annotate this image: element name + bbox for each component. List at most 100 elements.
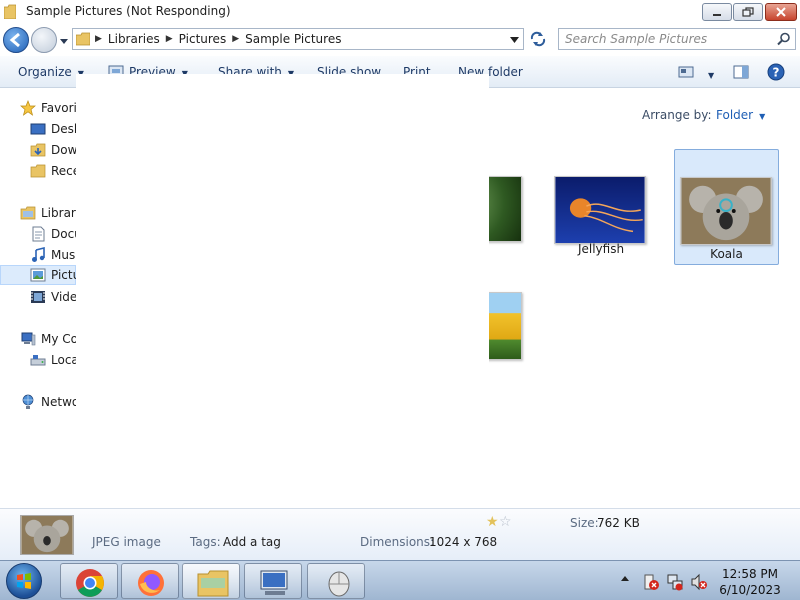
taskbar-chrome[interactable] [60,563,118,599]
view-options-icon[interactable] [678,66,694,78]
network-status-icon[interactable] [666,573,684,591]
search-input[interactable] [565,31,765,47]
recent-places-icon [30,164,46,178]
minimize-button[interactable] [702,3,732,21]
breadcrumb-libraries[interactable]: Libraries [108,32,160,46]
network-icon [22,394,34,409]
nav-label: Loca [51,353,76,367]
star-icon [20,100,36,116]
nav-label: My Co [41,332,76,346]
volume-muted-icon[interactable] [690,573,708,591]
nav-favorites[interactable]: Favorit [0,98,76,118]
size-label: Size: [570,516,599,530]
image-thumbnail [554,176,646,244]
nav-documents[interactable]: Docu [0,224,76,244]
taskbar: 12:58 PM 6/10/2023 [0,560,800,600]
nav-label: Favorit [41,101,76,115]
firefox-icon [138,570,164,596]
breadcrumb-separator-icon[interactable]: ▶ [166,34,173,44]
help-icon[interactable]: ? [767,63,785,81]
chevron-down-icon: ▼ [708,71,715,80]
nav-label: Desk [51,122,76,136]
dimensions-label: Dimensions: [360,535,435,549]
nav-label: Netwo [41,395,76,409]
organize-button[interactable]: Organize▼ [18,65,84,79]
computer-icon [21,332,36,346]
taskbar-remote-desktop[interactable] [244,563,302,599]
remote-desktop-icon [260,570,288,595]
search-box[interactable] [558,28,796,50]
action-center-icon[interactable] [642,573,660,591]
folder-icon [76,32,90,46]
nav-network[interactable]: Netwo [0,392,76,412]
history-dropdown-icon[interactable] [59,37,69,45]
forward-button[interactable] [31,27,57,53]
nav-local-disk[interactable]: Loca [0,350,76,370]
details-pane: JPEG image Tags: Add a tag Dimensions: 1… [0,508,800,560]
clock-date: 6/10/2023 [719,583,781,597]
breadcrumb-separator-icon[interactable]: ▶ [232,34,239,44]
arrange-by-value: Folder [716,108,754,122]
address-bar[interactable]: ▶ Libraries ▶ Pictures ▶ Sample Pictures [72,28,524,50]
preview-pane-icon[interactable] [733,65,749,79]
close-button[interactable] [765,3,797,21]
arrange-by-dropdown[interactable]: Folder ▼ [716,108,765,122]
nav-videos[interactable]: Vide [0,287,76,307]
taskbar-windows-explorer[interactable] [182,563,240,599]
local-disk-icon [30,355,46,366]
nav-recent-places[interactable]: Rece [0,161,76,181]
explorer-folder-icon [197,570,229,597]
pictures-icon [30,268,46,282]
address-dropdown-icon[interactable] [510,37,519,43]
size-value: 762 KB [597,516,640,530]
image-thumbnail [680,177,772,245]
refresh-icon[interactable] [528,30,548,48]
start-button[interactable] [6,563,42,599]
selected-file-thumbnail [20,515,74,555]
documents-icon [32,226,45,242]
tags-value[interactable]: Add a tag [223,535,281,549]
nav-label: Librari [41,206,76,220]
mouse-icon [328,571,350,597]
folder-icon [4,4,16,19]
maximize-button[interactable] [733,3,763,21]
nav-label: Dow [51,143,76,157]
nav-libraries[interactable]: Librari [0,203,76,223]
search-icon[interactable] [777,32,791,46]
file-name: Jellyfish [577,242,625,256]
system-clock[interactable]: 12:58 PM 6/10/2023 [718,566,782,598]
arrange-by-label: Arrange by: [642,108,712,122]
rating-star-icon[interactable]: ☆ [499,514,512,530]
nav-desktop[interactable]: Desk [0,119,76,139]
rating-star-icon[interactable]: ★ [486,514,499,530]
nav-label: Mus [51,248,76,262]
restore-icon [742,7,754,17]
nav-downloads[interactable]: Dow [0,140,76,160]
nav-label: Vide [51,290,76,304]
chrome-icon [76,569,104,597]
nav-music[interactable]: Mus [0,245,76,265]
videos-icon [31,291,45,303]
view-dropdown-button[interactable]: ▼ [702,67,714,81]
file-tile-koala[interactable]: Koala [674,149,779,265]
nav-my-computer[interactable]: My Co [0,329,76,349]
chevron-down-icon: ▼ [759,112,766,121]
breadcrumb-pictures[interactable]: Pictures [179,32,227,46]
back-button[interactable] [3,27,29,53]
nav-pictures[interactable]: Pictu [0,265,76,285]
tags-label: Tags: [190,535,221,549]
nav-label: Rece [51,164,76,178]
breadcrumb-separator-icon[interactable]: ▶ [95,34,102,44]
window-title: Sample Pictures (Not Responding) [26,4,231,18]
minimize-icon [713,14,721,16]
close-icon [776,7,786,17]
taskbar-mouse-properties[interactable] [307,563,365,599]
back-arrow-icon [9,32,20,48]
show-hidden-icons-icon[interactable] [620,574,630,582]
taskbar-firefox[interactable] [121,563,179,599]
file-tile-jellyfish[interactable]: Jellyfish [546,170,656,266]
title-bar: Sample Pictures (Not Responding) [0,0,800,24]
breadcrumb-sample-pictures[interactable]: Sample Pictures [245,32,341,46]
desktop-icon [30,123,46,135]
organize-label: Organize [18,65,72,79]
